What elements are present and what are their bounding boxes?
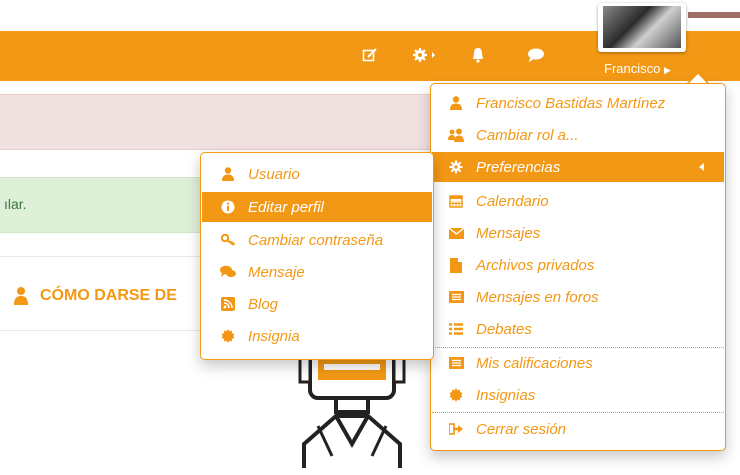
chat-icon[interactable] xyxy=(527,47,545,65)
list-alt-icon xyxy=(448,289,464,305)
submenu-item-badge[interactable]: Insignia xyxy=(202,321,432,351)
alert-success xyxy=(0,177,211,233)
submenu-item-edit-profile[interactable]: Editar perfil xyxy=(202,192,432,222)
preferences-submenu: Usuario Editar perfil Cambiar contraseña… xyxy=(200,152,434,360)
menu-item-private-files[interactable]: Archivos privados xyxy=(432,250,724,280)
menu-item-calendar[interactable]: Calendario xyxy=(432,186,724,216)
envelope-icon xyxy=(448,225,464,241)
submenu-item-user[interactable]: Usuario xyxy=(202,159,432,189)
submenu-item-blog[interactable]: Blog xyxy=(202,289,432,319)
user-icon xyxy=(448,95,464,111)
submenu-item-label: Cambiar contraseña xyxy=(248,231,384,249)
sign-out-icon xyxy=(448,421,464,437)
submenu-item-change-password[interactable]: Cambiar contraseña xyxy=(202,225,432,255)
menu-item-label: Calendario xyxy=(476,192,549,210)
submenu-item-label: Insignia xyxy=(248,327,300,345)
menu-item-label: Cerrar sesión xyxy=(476,420,567,438)
menu-item-logout[interactable]: Cerrar sesión xyxy=(432,414,724,444)
menu-item-grades[interactable]: Mis calificaciones xyxy=(432,348,724,378)
gear-icon xyxy=(448,159,464,175)
info-icon xyxy=(220,199,236,215)
dropdown-arrow-inner xyxy=(689,74,707,83)
menu-item-label: Mensajes en foros xyxy=(476,288,599,306)
user-name-label: Francisco xyxy=(604,61,661,76)
menu-item-forum-posts[interactable]: Mensajes en foros xyxy=(432,282,724,312)
submenu-item-label: Editar perfil xyxy=(248,198,324,216)
avatar[interactable] xyxy=(603,6,681,48)
menu-item-messages[interactable]: Mensajes xyxy=(432,218,724,248)
list-icon xyxy=(448,321,464,337)
badge-icon xyxy=(220,328,236,344)
submenu-item-label: Mensaje xyxy=(248,263,305,281)
header-decoration xyxy=(688,12,740,18)
menu-item-discussions[interactable]: Debates xyxy=(432,314,724,344)
user-icon xyxy=(220,166,236,182)
edit-icon[interactable] xyxy=(362,47,380,65)
caret-left-icon xyxy=(699,163,704,171)
comments-icon xyxy=(220,264,236,280)
menu-item-badges[interactable]: Insignias xyxy=(432,380,724,410)
menu-item-preferences[interactable]: Preferencias xyxy=(432,152,724,182)
user-dropdown-menu: Francisco Bastidas Martínez Cambiar rol … xyxy=(430,83,726,451)
submenu-item-label: Blog xyxy=(248,295,279,313)
file-icon xyxy=(448,257,464,273)
user-menu-toggle[interactable]: Francisco ▶ xyxy=(604,61,671,76)
menu-item-label: Mis calificaciones xyxy=(476,354,593,372)
menu-item-label: Cambiar rol a... xyxy=(476,126,579,144)
calendar-icon xyxy=(448,193,464,209)
badge-icon xyxy=(448,387,464,403)
menu-item-profile[interactable]: Francisco Bastidas Martínez xyxy=(432,88,724,118)
alert-success-text: ılar. xyxy=(4,196,27,212)
alert-danger xyxy=(0,94,463,150)
menu-item-label: Preferencias xyxy=(476,158,561,176)
course-title[interactable]: CÓMO DARSE DE xyxy=(40,287,177,305)
menu-item-label: Insignias xyxy=(476,386,536,404)
menu-item-label: Archivos privados xyxy=(476,256,595,274)
menu-separator xyxy=(432,412,724,413)
menu-item-label: Debates xyxy=(476,320,532,338)
key-icon xyxy=(220,232,236,248)
submenu-item-label: Usuario xyxy=(248,165,300,183)
gear-icon[interactable] xyxy=(412,47,435,65)
table-icon xyxy=(448,355,464,371)
users-icon xyxy=(448,127,464,143)
caret-right-icon: ▶ xyxy=(663,65,671,75)
user-icon xyxy=(13,286,29,306)
bell-icon[interactable] xyxy=(470,47,488,65)
submenu-item-message[interactable]: Mensaje xyxy=(202,257,432,287)
menu-item-label: Francisco Bastidas Martínez xyxy=(476,94,666,112)
rss-icon xyxy=(220,296,236,312)
menu-item-change-role[interactable]: Cambiar rol a... xyxy=(432,120,724,150)
menu-item-label: Mensajes xyxy=(476,224,541,242)
